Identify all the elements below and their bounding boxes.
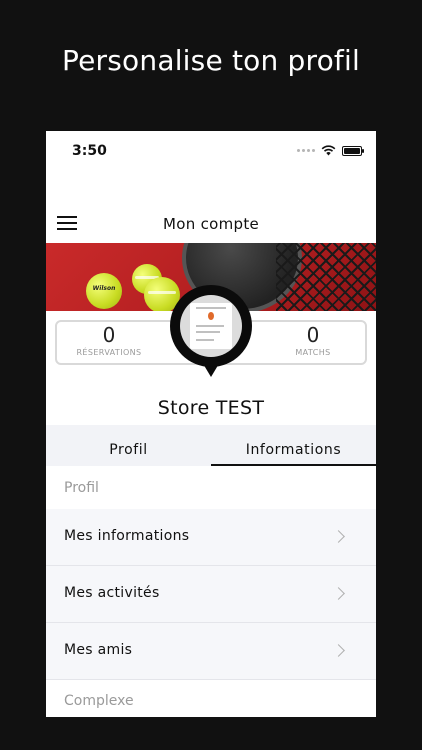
reservations-label: RÉSERVATIONS [76, 348, 142, 357]
tab-profil[interactable]: Profil [46, 425, 211, 466]
reservations-count: 0 [102, 323, 116, 347]
status-time: 3:50 [72, 143, 107, 159]
status-icons [297, 145, 364, 156]
promo-title: Personalise ton profil [62, 44, 360, 77]
wifi-icon [321, 145, 336, 156]
section-header-complexe: Complexe [46, 680, 376, 717]
stat-reservations[interactable]: 0 RÉSERVATIONS [57, 324, 161, 357]
chevron-right-icon [332, 530, 345, 543]
list-item-mes-amis[interactable]: Mes amis [46, 623, 376, 680]
ball-brand-text: Wilson [92, 285, 116, 293]
section-header-profil: Profil [46, 467, 376, 509]
list-item-mes-informations[interactable]: Mes informations [46, 509, 376, 566]
tennis-ball-image: Wilson [86, 273, 122, 309]
profile-name: Store TEST [157, 397, 265, 419]
avatar-pin[interactable] [170, 285, 252, 381]
matchs-count: 0 [306, 323, 320, 347]
list-item-mes-activites[interactable]: Mes activités [46, 566, 376, 623]
profile-tabs: Profil Informations [46, 425, 376, 466]
status-bar: 3:50 [46, 131, 376, 171]
avatar [180, 295, 242, 357]
chevron-right-icon [332, 587, 345, 600]
nav-title: Mon compte [162, 215, 260, 233]
signal-icon [297, 149, 315, 152]
tab-informations[interactable]: Informations [211, 425, 376, 466]
avatar-ring [170, 285, 252, 367]
battery-icon [342, 145, 364, 156]
matchs-label: MATCHS [295, 348, 331, 357]
phone-screen: 3:50 Mon compte Wilson 0 RÉSERVATIONS 0 … [46, 131, 376, 717]
list-item-label: Mes informations [64, 528, 190, 544]
list-item-label: Mes activités [64, 585, 160, 601]
list-item-label: Mes amis [64, 642, 133, 658]
chevron-right-icon [332, 644, 345, 657]
stat-matchs[interactable]: 0 MATCHS [261, 324, 365, 357]
net-image [276, 243, 376, 311]
nav-bar: Mon compte [46, 206, 376, 242]
avatar-document-image [190, 303, 232, 349]
